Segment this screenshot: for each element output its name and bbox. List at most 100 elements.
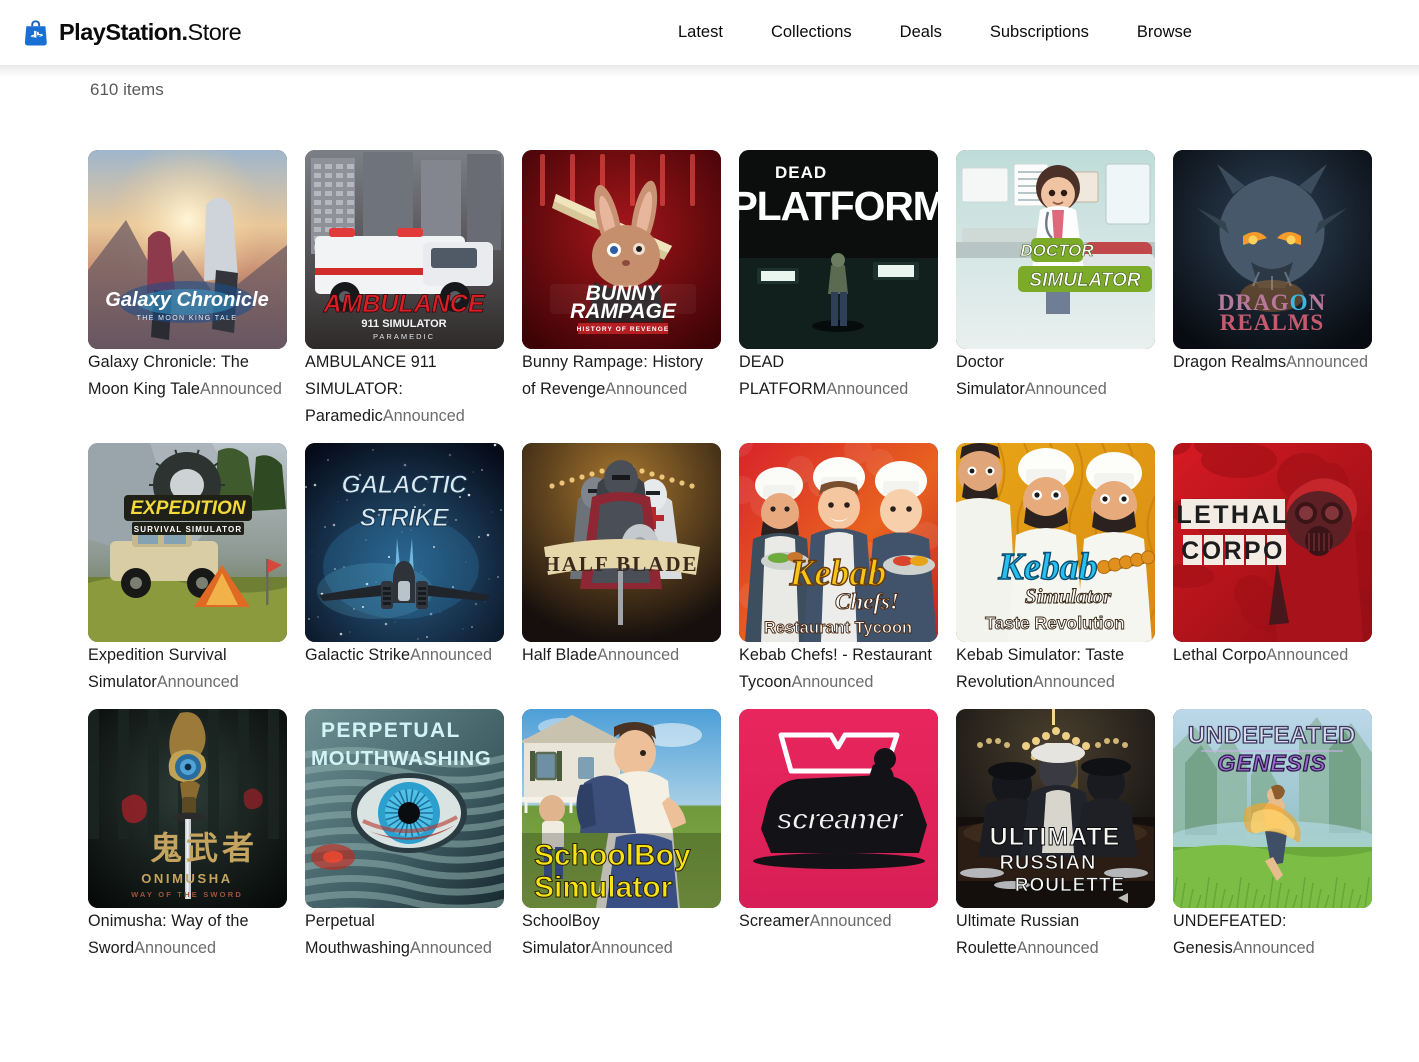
site-header: PlayStation.Store Latest Collections Dea… (0, 0, 1419, 65)
product-cover-art: HALF BLADE (522, 443, 721, 642)
product-tile[interactable]: DRAGON REALMSDragon RealmsAnnounced (1173, 150, 1372, 430)
product-tile[interactable]: SchoolBoy SimulatorSchoolBoy SimulatorAn… (522, 709, 721, 962)
svg-text:EXPEDITION: EXPEDITION (130, 498, 246, 519)
product-title: DEAD PLATFORM (739, 353, 826, 398)
product-cover-art: DEAD PLATFORM (739, 150, 938, 349)
product-status: Announced (1286, 353, 1368, 371)
svg-text:HALF BLADE: HALF BLADE (543, 552, 698, 576)
svg-text:Chefs!: Chefs! (835, 589, 899, 614)
product-cover-art: SchoolBoy Simulator (522, 709, 721, 908)
svg-text:DEAD: DEAD (775, 163, 827, 182)
primary-navigation: Latest Collections Deals Subscriptions B… (678, 0, 1192, 65)
svg-text:ULTIMATE: ULTIMATE (990, 823, 1121, 851)
product-cover-art: screamer (739, 709, 938, 908)
svg-text:PLATFORM: PLATFORM (739, 183, 938, 229)
brand-store: Store (188, 19, 242, 45)
svg-text:SURVIVAL SIMULATOR: SURVIVAL SIMULATOR (134, 525, 242, 534)
product-cover-art: ULTIMATE RUSSIAN ROULETTE (956, 709, 1155, 908)
svg-text:者: 者 (222, 830, 254, 866)
svg-text:SchoolBoy: SchoolBoy (534, 839, 691, 872)
svg-text:鬼: 鬼 (150, 830, 182, 866)
product-title: Half Blade (522, 646, 597, 664)
product-status: Announced (410, 646, 492, 664)
svg-text:Taste Revolution: Taste Revolution (985, 613, 1125, 633)
product-cover-art: BUNNY RAMPAGE HISTORY OF REVENGE (522, 150, 721, 349)
product-title: Doctor Simulator (956, 353, 1025, 398)
product-cover-art: Kebab Chefs! Restaurant Tycoon (739, 443, 938, 642)
svg-text:RUSSIAN: RUSSIAN (999, 852, 1096, 874)
svg-text:Kebab: Kebab (789, 553, 887, 594)
svg-text:WAY OF THE SWORD: WAY OF THE SWORD (131, 890, 243, 899)
svg-text:Simulator: Simulator (1025, 584, 1112, 608)
brand-wordmark: PlayStation.Store (59, 19, 241, 46)
svg-text:Kebab: Kebab (997, 546, 1097, 588)
product-title: Screamer (739, 912, 810, 930)
product-tile[interactable]: PERPETUAL MOUTHWASHINGPerpetual Mouthwas… (305, 709, 504, 962)
product-tile[interactable]: DOCTOR SIMULATORDoctor SimulatorAnnounce… (956, 150, 1155, 430)
product-tile[interactable]: Kebab Chefs! Restaurant TycoonKebab Chef… (739, 443, 938, 696)
product-status: Announced (1017, 939, 1099, 957)
svg-text:PARAMEDIC: PARAMEDIC (373, 332, 435, 341)
product-tile[interactable]: LETHAL CORPOLethal CorpoAnnounced (1173, 443, 1372, 696)
svg-text:LETHAL: LETHAL (1177, 501, 1290, 529)
svg-text:MOUTHWASHING: MOUTHWASHING (311, 747, 491, 770)
svg-text:REALMS: REALMS (1220, 310, 1324, 335)
svg-text:ROULETTE: ROULETTE (1015, 875, 1125, 896)
item-count-label: 610 items (90, 80, 164, 100)
nav-deals[interactable]: Deals (900, 17, 942, 48)
svg-text:ONIMUSHA: ONIMUSHA (141, 871, 233, 886)
svg-text:911 SIMULATOR: 911 SIMULATOR (361, 318, 446, 330)
svg-text:GALACTIC: GALACTIC (341, 471, 468, 499)
product-status: Announced (410, 939, 492, 957)
product-status: Announced (792, 673, 874, 691)
product-cover-art: AMBULANCE 911 SIMULATOR PARAMEDIC (305, 150, 504, 349)
product-status: Announced (591, 939, 673, 957)
product-status: Announced (605, 380, 687, 398)
svg-text:Restaurant Tycoon: Restaurant Tycoon (764, 619, 912, 637)
nav-latest[interactable]: Latest (678, 17, 723, 48)
product-title: Galactic Strike (305, 646, 410, 664)
product-cover-art: LETHAL CORPO (1173, 443, 1372, 642)
nav-collections[interactable]: Collections (771, 17, 852, 48)
svg-text:THE MOON KING TALE: THE MOON KING TALE (137, 315, 238, 322)
playstation-store-bag-icon (22, 19, 50, 47)
product-tile[interactable]: Galaxy Chronicle THE MOON KING TALEGalax… (88, 150, 287, 430)
svg-text:SIMULATOR: SIMULATOR (1029, 270, 1140, 291)
product-title: SchoolBoy Simulator (522, 912, 600, 957)
svg-text:UNDEFEATED: UNDEFEATED (1188, 722, 1356, 749)
product-tile[interactable]: HALF BLADE Half BladeAnnounced (522, 443, 721, 696)
product-tile[interactable]: 鬼 武 者 ONIMUSHA WAY OF THE SWORDOnimusha:… (88, 709, 287, 962)
product-tile[interactable]: UNDEFEATED GENESIS UNDEFEATED: GenesisAn… (1173, 709, 1372, 962)
product-cover-art: EXPEDITION SURVIVAL SIMULATOR (88, 443, 287, 642)
product-tile[interactable]: GALACTIC STRIKE Galactic StrikeAnnounced (305, 443, 504, 696)
product-cover-art: UNDEFEATED GENESIS (1173, 709, 1372, 908)
product-grid: Galaxy Chronicle THE MOON KING TALEGalax… (88, 150, 1328, 962)
svg-text:CORPO: CORPO (1181, 537, 1285, 565)
product-status: Announced (1266, 646, 1348, 664)
product-cover-art: DRAGON REALMS (1173, 150, 1372, 349)
product-cover-art: Galaxy Chronicle THE MOON KING TALE (88, 150, 287, 349)
product-tile[interactable]: EXPEDITION SURVIVAL SIMULATORExpedition … (88, 443, 287, 696)
svg-text:RAMPAGE: RAMPAGE (570, 300, 677, 323)
product-tile[interactable]: Kebab Simulator Taste RevolutionKebab Si… (956, 443, 1155, 696)
playstation-store-logo-link[interactable]: PlayStation.Store (22, 19, 241, 47)
svg-text:STRIKE: STRIKE (360, 504, 451, 532)
product-tile[interactable]: screamer ScreamerAnnounced (739, 709, 938, 962)
nav-subscriptions[interactable]: Subscriptions (990, 17, 1089, 48)
product-status: Announced (383, 407, 465, 425)
product-tile[interactable]: DEAD PLATFORM DEAD PLATFORMAnnounced (739, 150, 938, 430)
product-cover-art: DOCTOR SIMULATOR (956, 150, 1155, 349)
product-status: Announced (1033, 673, 1115, 691)
product-cover-art: GALACTIC STRIKE (305, 443, 504, 642)
product-tile[interactable]: BUNNY RAMPAGE HISTORY OF REVENGEBunny Ra… (522, 150, 721, 430)
product-status: Announced (810, 912, 892, 930)
brand-playstation: PlayStation (59, 19, 181, 45)
product-status: Announced (157, 673, 239, 691)
nav-browse[interactable]: Browse (1137, 17, 1192, 48)
svg-text:GENESIS: GENESIS (1217, 750, 1326, 776)
product-status: Announced (597, 646, 679, 664)
svg-text:Simulator: Simulator (534, 871, 673, 904)
svg-text:screamer: screamer (776, 803, 905, 836)
product-tile[interactable]: ULTIMATE RUSSIAN ROULETTE Ultimate Russi… (956, 709, 1155, 962)
product-tile[interactable]: AMBULANCE 911 SIMULATOR PARAMEDICAMBULAN… (305, 150, 504, 430)
